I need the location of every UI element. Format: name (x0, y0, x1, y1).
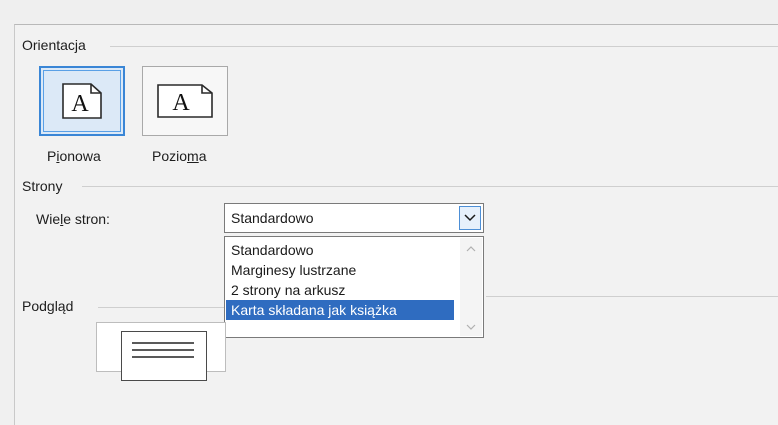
portrait-icon-letter: A (71, 91, 89, 117)
preview-page-thumbnail (121, 331, 207, 381)
portrait-label-part: onowa (59, 148, 101, 164)
list-option-book-fold[interactable]: Karta składana jak książka (226, 300, 454, 320)
list-option-mirror-margins[interactable]: Marginesy lustrzane (226, 260, 454, 280)
multiple-pages-label-part: Wie (36, 211, 61, 227)
orientation-section-label: Orientacja (22, 37, 92, 53)
preview-text-line (132, 342, 194, 344)
scroll-down-button[interactable] (460, 318, 482, 336)
pages-section-label: Strony (22, 178, 69, 194)
multiple-pages-label: Wiele stron: (36, 211, 110, 227)
portrait-orientation-button[interactable]: A (39, 66, 125, 136)
list-option-two-pages-per-sheet[interactable]: 2 strony na arkusz (226, 280, 454, 300)
preview-area (96, 322, 226, 381)
preview-text-line (132, 349, 194, 351)
preview-text-line (132, 356, 194, 358)
landscape-label-part: a (198, 148, 207, 164)
chevron-up-icon (466, 246, 476, 252)
landscape-label[interactable]: Pozioma (152, 148, 207, 164)
preview-divider-right (486, 296, 778, 297)
portrait-page-icon: A (62, 83, 102, 119)
chevron-down-icon (464, 214, 476, 222)
landscape-label-accesskey: m (187, 148, 199, 164)
portrait-label[interactable]: Pionowa (47, 148, 101, 164)
landscape-orientation-button[interactable]: A (142, 66, 228, 136)
dialog-top-strip (0, 0, 778, 20)
scroll-up-button[interactable] (460, 240, 482, 258)
landscape-label-part: Pozio (152, 148, 188, 164)
multiple-pages-listbox[interactable]: Standardowo Marginesy lustrzane 2 strony… (224, 236, 484, 338)
landscape-icon-letter: A (172, 90, 190, 116)
chevron-down-icon (466, 324, 476, 330)
list-option-standard[interactable]: Standardowo (226, 240, 454, 260)
dropdown-toggle-button[interactable] (459, 206, 481, 230)
pages-divider (82, 186, 778, 187)
portrait-label-part: P (47, 148, 57, 164)
landscape-page-icon: A (157, 84, 213, 118)
multiple-pages-select[interactable]: Standardowo (224, 203, 484, 233)
multiple-pages-label-part: e stron: (63, 211, 110, 227)
orientation-divider (110, 46, 778, 47)
preview-divider-left (98, 307, 224, 308)
multiple-pages-select-value: Standardowo (231, 210, 314, 226)
preview-section-label: Podgląd (22, 298, 80, 314)
portrait-selection-frame: A (43, 70, 121, 132)
listbox-scrollbar[interactable] (460, 238, 482, 336)
